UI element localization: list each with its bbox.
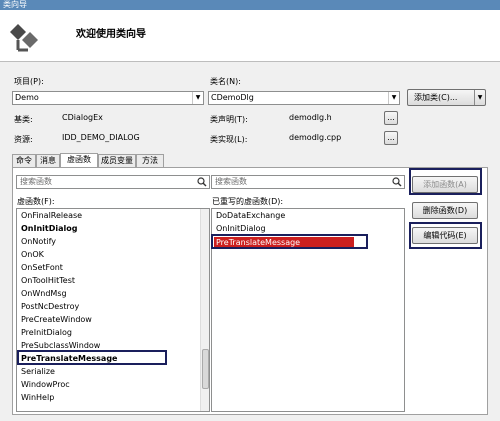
virtual-functions-label: 虚函数(F): (17, 197, 55, 206)
dropdown-arrow-icon[interactable]: ▼ (474, 90, 485, 105)
list-item[interactable]: Serialize (21, 366, 55, 378)
window-title: 类向导 (0, 0, 500, 10)
resource-value: IDD_DEMO_DIALOG (60, 131, 204, 145)
search-icon (197, 177, 207, 187)
highlight-box-add-function (409, 168, 482, 195)
wizard-header: 欢迎使用类向导 (0, 10, 500, 62)
list-item[interactable]: WinHelp (21, 392, 54, 404)
header-title: 欢迎使用类向导 (76, 29, 146, 40)
delete-function-button[interactable]: 删除函数(D) (412, 202, 478, 219)
list-item[interactable]: OnSetFont (21, 262, 63, 274)
list-item[interactable]: PostNcDestroy (21, 301, 79, 313)
impl-browse-button[interactable]: ... (384, 131, 398, 145)
list-item[interactable]: OnInitDialog (21, 223, 77, 235)
base-value: CDialogEx (60, 111, 204, 125)
highlight-box-left (17, 350, 167, 365)
highlight-box-right (211, 234, 368, 249)
list-item[interactable]: OnOK (21, 249, 44, 261)
decl-value: demodlg.h (287, 111, 387, 125)
scrollbar-thumb[interactable] (202, 349, 209, 389)
impl-value: demodlg.cpp (287, 131, 387, 145)
tab-methods[interactable]: 方法 (136, 154, 164, 167)
tab-panel: 搜索函数 搜索函数 虚函数(F): 已重写的虚函数(D): OnFinalRel… (12, 167, 488, 415)
project-label: 项目(P): (14, 77, 44, 86)
search-functions-input-left[interactable]: 搜索函数 (16, 175, 210, 189)
project-value: Demo (15, 93, 39, 102)
overridden-functions-label: 已重写的虚函数(D): (212, 197, 284, 206)
impl-label: 类实现(L): (210, 135, 248, 144)
decl-browse-button[interactable]: ... (384, 111, 398, 125)
search-placeholder-right: 搜索函数 (215, 177, 247, 186)
classname-value: CDemoDlg (211, 93, 254, 102)
chevron-down-icon: ▼ (388, 92, 399, 104)
list-item[interactable]: PreCreateWindow (21, 314, 92, 326)
tab-commands[interactable]: 命令 (12, 154, 36, 167)
resource-label: 资源: (14, 135, 33, 144)
chevron-down-icon: ▼ (192, 92, 203, 104)
base-label: 基类: (14, 115, 33, 124)
add-class-button[interactable]: 添加类(C)... ▼ (407, 89, 486, 106)
tab-member-variables[interactable]: 成员变量 (98, 154, 136, 167)
class-wizard-window: 类向导 欢迎使用类向导 项目(P): Demo ▼ 类名(N): CDemoDl… (0, 0, 500, 421)
highlight-box-edit-code (409, 222, 482, 249)
class-wizard-icon (10, 24, 38, 52)
list-item[interactable]: OnToolHitTest (21, 275, 75, 287)
list-item[interactable]: PreInitDialog (21, 327, 72, 339)
tab-virtual-functions[interactable]: 虚函数 (60, 153, 98, 168)
decl-label: 类声明(T): (210, 115, 248, 124)
search-placeholder-left: 搜索函数 (20, 177, 52, 186)
list-item[interactable]: OnFinalRelease (21, 210, 82, 222)
add-class-label: 添加类(C)... (414, 93, 458, 102)
classname-label: 类名(N): (210, 77, 241, 86)
list-item[interactable]: OnWndMsg (21, 288, 67, 300)
list-item[interactable]: WindowProc (21, 379, 70, 391)
search-icon (392, 177, 402, 187)
classname-dropdown[interactable]: CDemoDlg ▼ (208, 91, 400, 105)
list-scrollbar[interactable] (200, 209, 209, 411)
list-item[interactable]: OnNotify (21, 236, 56, 248)
search-functions-input-right[interactable]: 搜索函数 (211, 175, 405, 189)
list-item[interactable]: DoDataExchange (216, 210, 285, 222)
project-dropdown[interactable]: Demo ▼ (12, 91, 204, 105)
virtual-functions-list[interactable]: OnFinalRelease OnInitDialog OnNotify OnO… (16, 208, 210, 412)
tab-messages[interactable]: 消息 (36, 154, 60, 167)
